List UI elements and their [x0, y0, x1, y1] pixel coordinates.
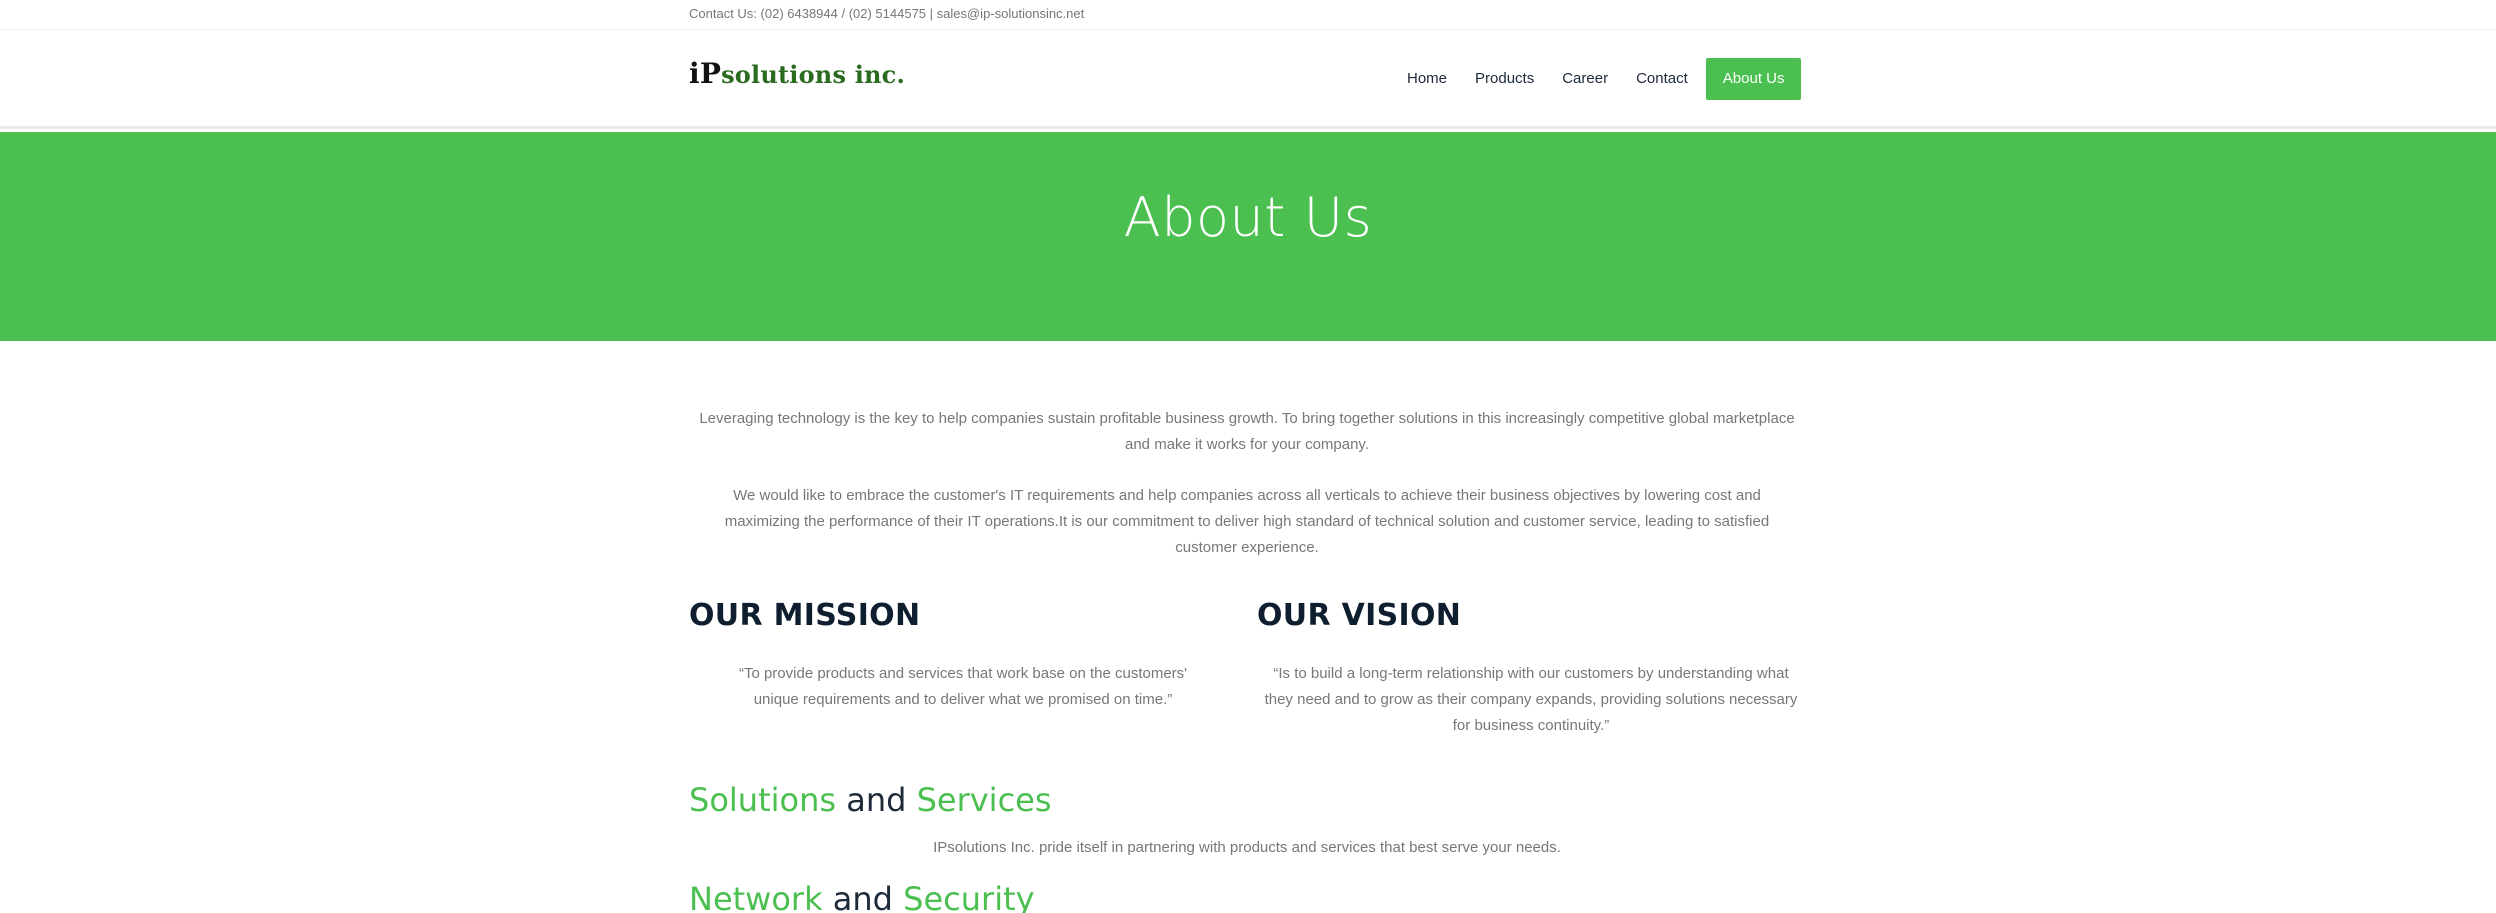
security-word: Security — [903, 880, 1035, 913]
solutions-word: Solutions — [689, 781, 837, 819]
contact-info: Contact Us: (02) 6438944 / (02) 5144575 … — [689, 6, 1085, 21]
hero-banner: About Us — [0, 132, 2496, 341]
mission-text: “To provide products and services that w… — [738, 665, 1188, 708]
solutions-description: IPsolutions Inc. pride itself in partner… — [933, 839, 1561, 856]
intro-paragraph-1: Leveraging technology is the key to help… — [699, 410, 1795, 453]
logo-ip: iP — [689, 57, 722, 90]
mission-title: OUR MISSION — [689, 598, 921, 633]
site-header: iPsolutions inc. Home Products Career Co… — [0, 31, 2496, 129]
site-logo[interactable]: iPsolutions inc. — [689, 57, 905, 90]
main-nav: Home Products Career Contact About Us — [1393, 58, 1802, 100]
logo-text: solutions inc. — [721, 60, 906, 89]
nav-home[interactable]: Home — [1393, 58, 1461, 100]
network-joiner: and — [832, 880, 893, 913]
nav-contact[interactable]: Contact — [1622, 58, 1702, 100]
network-word: Network — [689, 880, 823, 913]
nav-products[interactable]: Products — [1461, 58, 1548, 100]
nav-about-us[interactable]: About Us — [1705, 58, 1802, 100]
solutions-joiner: and — [846, 781, 907, 819]
page-title: About Us — [1123, 186, 1373, 249]
top-contact-bar: Contact Us: (02) 6438944 / (02) 5144575 … — [0, 0, 2496, 30]
vision-title: OUR VISION — [1257, 598, 1462, 633]
solutions-heading: Solutions and Services — [689, 781, 1052, 819]
services-word: Services — [916, 781, 1052, 819]
nav-career[interactable]: Career — [1548, 58, 1622, 100]
intro-paragraph-2: We would like to embrace the customer's … — [724, 487, 1770, 556]
network-heading: Network and Security — [689, 880, 1035, 913]
vision-text: “Is to build a long-term relationship wi… — [1264, 665, 1798, 734]
intro-section: Leveraging technology is the key to help… — [689, 406, 1805, 586]
